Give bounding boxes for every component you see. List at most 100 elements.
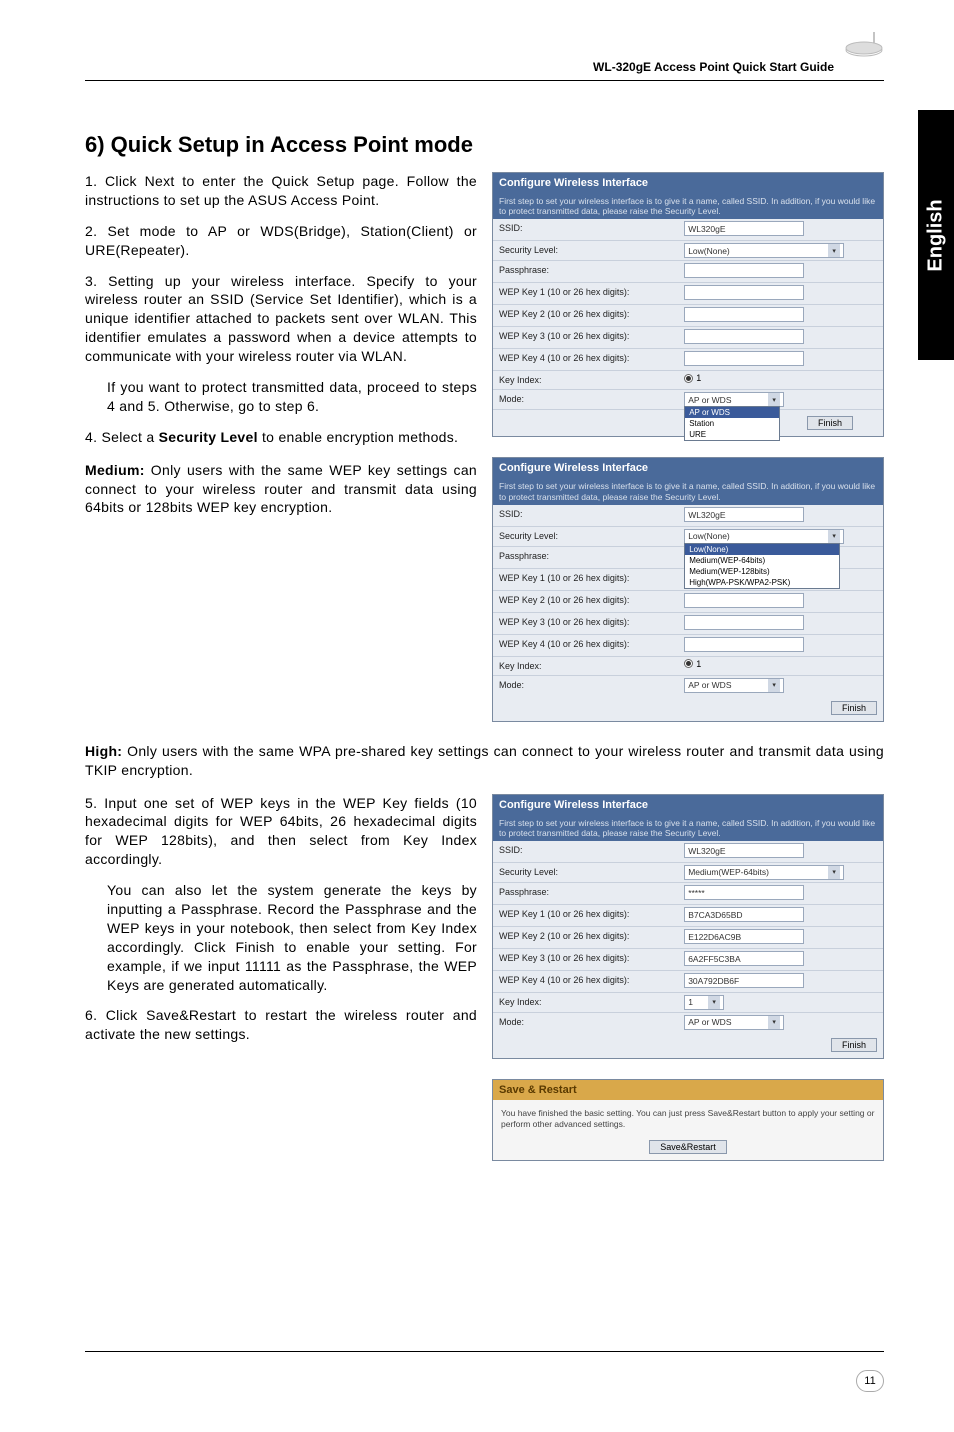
- p3-mode-select[interactable]: AP or WDS ▾: [684, 1015, 784, 1030]
- step-4-pre: 4. Select a: [85, 429, 159, 445]
- p3-keyindex-select[interactable]: 1▾: [684, 995, 724, 1010]
- p1-keyindex-radio[interactable]: 1: [684, 373, 701, 383]
- router-icon: [844, 30, 884, 63]
- panel3-title: Configure Wireless Interface: [493, 795, 883, 815]
- p2-sec-opt3[interactable]: High(WPA-PSK/WPA2-PSK): [685, 577, 839, 588]
- dropdown-arrow-icon: ▾: [708, 996, 720, 1009]
- save-restart-button[interactable]: Save&Restart: [649, 1140, 727, 1154]
- p2-pass-label: Passphrase:: [493, 547, 680, 568]
- dropdown-arrow-icon: ▾: [828, 866, 840, 879]
- p3-mode-value: AP or WDS: [688, 1017, 731, 1027]
- p3-sec-select[interactable]: Medium(WEP-64bits) ▾: [684, 865, 844, 880]
- p1-pass-input[interactable]: [684, 263, 804, 278]
- p1-k2-input[interactable]: [684, 307, 804, 322]
- p2-sec-opt0[interactable]: Low(None): [685, 544, 839, 555]
- p3-finish-button[interactable]: Finish: [831, 1038, 877, 1052]
- panel4-title: Save & Restart: [493, 1080, 883, 1100]
- p2-keyindex-radio[interactable]: 1: [684, 659, 701, 669]
- p2-sec-opt1[interactable]: Medium(WEP-64bits): [685, 555, 839, 566]
- dropdown-arrow-icon: ▾: [768, 679, 780, 692]
- step-3: 3. Setting up your wireless interface. S…: [85, 272, 477, 366]
- p2-k2-label: WEP Key 2 (10 or 26 hex digits):: [493, 591, 680, 612]
- p3-k4-input[interactable]: 30A792DB6F: [684, 973, 804, 988]
- p1-mode-select[interactable]: AP or WDS▾: [684, 392, 784, 407]
- p1-k3-input[interactable]: [684, 329, 804, 344]
- p2-k4-input[interactable]: [684, 637, 804, 652]
- p2-sec-opt2[interactable]: Medium(WEP-128bits): [685, 566, 839, 577]
- p2-k2-input[interactable]: [684, 593, 804, 608]
- p1-ssid-input[interactable]: WL320gE: [684, 221, 804, 236]
- step-4-post: to enable encryption methods.: [258, 429, 458, 445]
- p1-mode-opt0[interactable]: AP or WDS: [685, 407, 779, 418]
- page-number: 11: [856, 1370, 884, 1392]
- radio-icon: [684, 659, 693, 668]
- language-tab: English: [918, 110, 954, 360]
- panel2-desc: First step to set your wireless interfac…: [493, 478, 883, 504]
- p3-k1-input[interactable]: B7CA3D65BD: [684, 907, 804, 922]
- p1-keyindex-label: Key Index:: [493, 371, 680, 389]
- panel4-desc: You have finished the basic setting. You…: [493, 1100, 883, 1134]
- config-panel-3: Configure Wireless Interface First step …: [492, 794, 884, 1059]
- high-text: Only users with the same WPA pre-shared …: [85, 743, 884, 778]
- p2-ssid-label: SSID:: [493, 505, 680, 526]
- p1-k4-label: WEP Key 4 (10 or 26 hex digits):: [493, 349, 680, 370]
- p2-ssid-input[interactable]: WL320gE: [684, 507, 804, 522]
- p2-mode-label: Mode:: [493, 676, 680, 695]
- p1-ssid-label: SSID:: [493, 219, 680, 240]
- p3-k2-label: WEP Key 2 (10 or 26 hex digits):: [493, 927, 680, 948]
- p1-k2-label: WEP Key 2 (10 or 26 hex digits):: [493, 305, 680, 326]
- panel1-title: Configure Wireless Interface: [493, 173, 883, 193]
- p1-mode-dropdown: AP or WDS Station URE: [684, 406, 780, 441]
- p1-mode-value: AP or WDS: [688, 395, 731, 405]
- p3-k2-input[interactable]: E122D6AC9B: [684, 929, 804, 944]
- medium-label: Medium:: [85, 462, 145, 478]
- p1-sec-select[interactable]: Low(None) ▾: [684, 243, 844, 258]
- save-restart-panel: Save & Restart You have finished the bas…: [492, 1079, 884, 1161]
- p2-k4-label: WEP Key 4 (10 or 26 hex digits):: [493, 635, 680, 656]
- dropdown-arrow-icon: ▾: [828, 244, 840, 257]
- p3-keyindex-label: Key Index:: [493, 993, 680, 1012]
- p2-finish-button[interactable]: Finish: [831, 701, 877, 715]
- panel2-title: Configure Wireless Interface: [493, 458, 883, 478]
- p1-k4-input[interactable]: [684, 351, 804, 366]
- dropdown-arrow-icon: ▾: [828, 530, 840, 543]
- step-5-sub: You can also let the system generate the…: [107, 881, 477, 994]
- language-tab-text: English: [925, 199, 948, 271]
- panel3-desc: First step to set your wireless interfac…: [493, 815, 883, 841]
- p2-mode-select[interactable]: AP or WDS ▾: [684, 678, 784, 693]
- p2-sec-select[interactable]: Low(None)▾: [684, 529, 844, 544]
- p3-ssid-label: SSID:: [493, 841, 680, 862]
- dropdown-arrow-icon: ▾: [768, 1016, 780, 1029]
- p3-mode-label: Mode:: [493, 1013, 680, 1032]
- para-high: High: Only users with the same WPA pre-s…: [85, 742, 884, 780]
- p3-pass-label: Passphrase:: [493, 883, 680, 904]
- p1-k1-label: WEP Key 1 (10 or 26 hex digits):: [493, 283, 680, 304]
- p3-ssid-input[interactable]: WL320gE: [684, 843, 804, 858]
- p1-sec-label: Security Level:: [493, 241, 680, 260]
- config-panel-2: Configure Wireless Interface First step …: [492, 457, 884, 721]
- step-4: 4. Select a Security Level to enable enc…: [85, 428, 477, 447]
- para-medium: Medium: Only users with the same WEP key…: [85, 461, 477, 518]
- p1-k3-label: WEP Key 3 (10 or 26 hex digits):: [493, 327, 680, 348]
- p1-sec-value: Low(None): [688, 246, 730, 256]
- p2-sec-dropdown: Low(None) Medium(WEP-64bits) Medium(WEP-…: [684, 543, 840, 589]
- p2-sec-label: Security Level:: [493, 527, 680, 546]
- step-1: 1. Click Next to enter the Quick Setup p…: [85, 172, 477, 210]
- p2-k3-input[interactable]: [684, 615, 804, 630]
- p2-k1-label: WEP Key 1 (10 or 26 hex digits):: [493, 569, 680, 590]
- p1-k1-input[interactable]: [684, 285, 804, 300]
- step-5: 5. Input one set of WEP keys in the WEP …: [85, 794, 477, 870]
- p2-keyindex-label: Key Index:: [493, 657, 680, 675]
- p3-sec-label: Security Level:: [493, 863, 680, 882]
- p1-mode-opt1[interactable]: Station: [685, 418, 779, 429]
- p1-mode-opt2[interactable]: URE: [685, 429, 779, 440]
- p3-pass-input[interactable]: *****: [684, 885, 804, 900]
- step-6: 6. Click Save&Restart to restart the wir…: [85, 1006, 477, 1044]
- p3-sec-value: Medium(WEP-64bits): [688, 867, 769, 877]
- p3-k3-input[interactable]: 6A2FF5C3BA: [684, 951, 804, 966]
- p3-k3-label: WEP Key 3 (10 or 26 hex digits):: [493, 949, 680, 970]
- p3-keyindex-value: 1: [688, 997, 693, 1007]
- p2-mode-value: AP or WDS: [688, 680, 731, 690]
- radio-icon: [684, 374, 693, 383]
- p1-finish-button[interactable]: Finish: [807, 416, 853, 430]
